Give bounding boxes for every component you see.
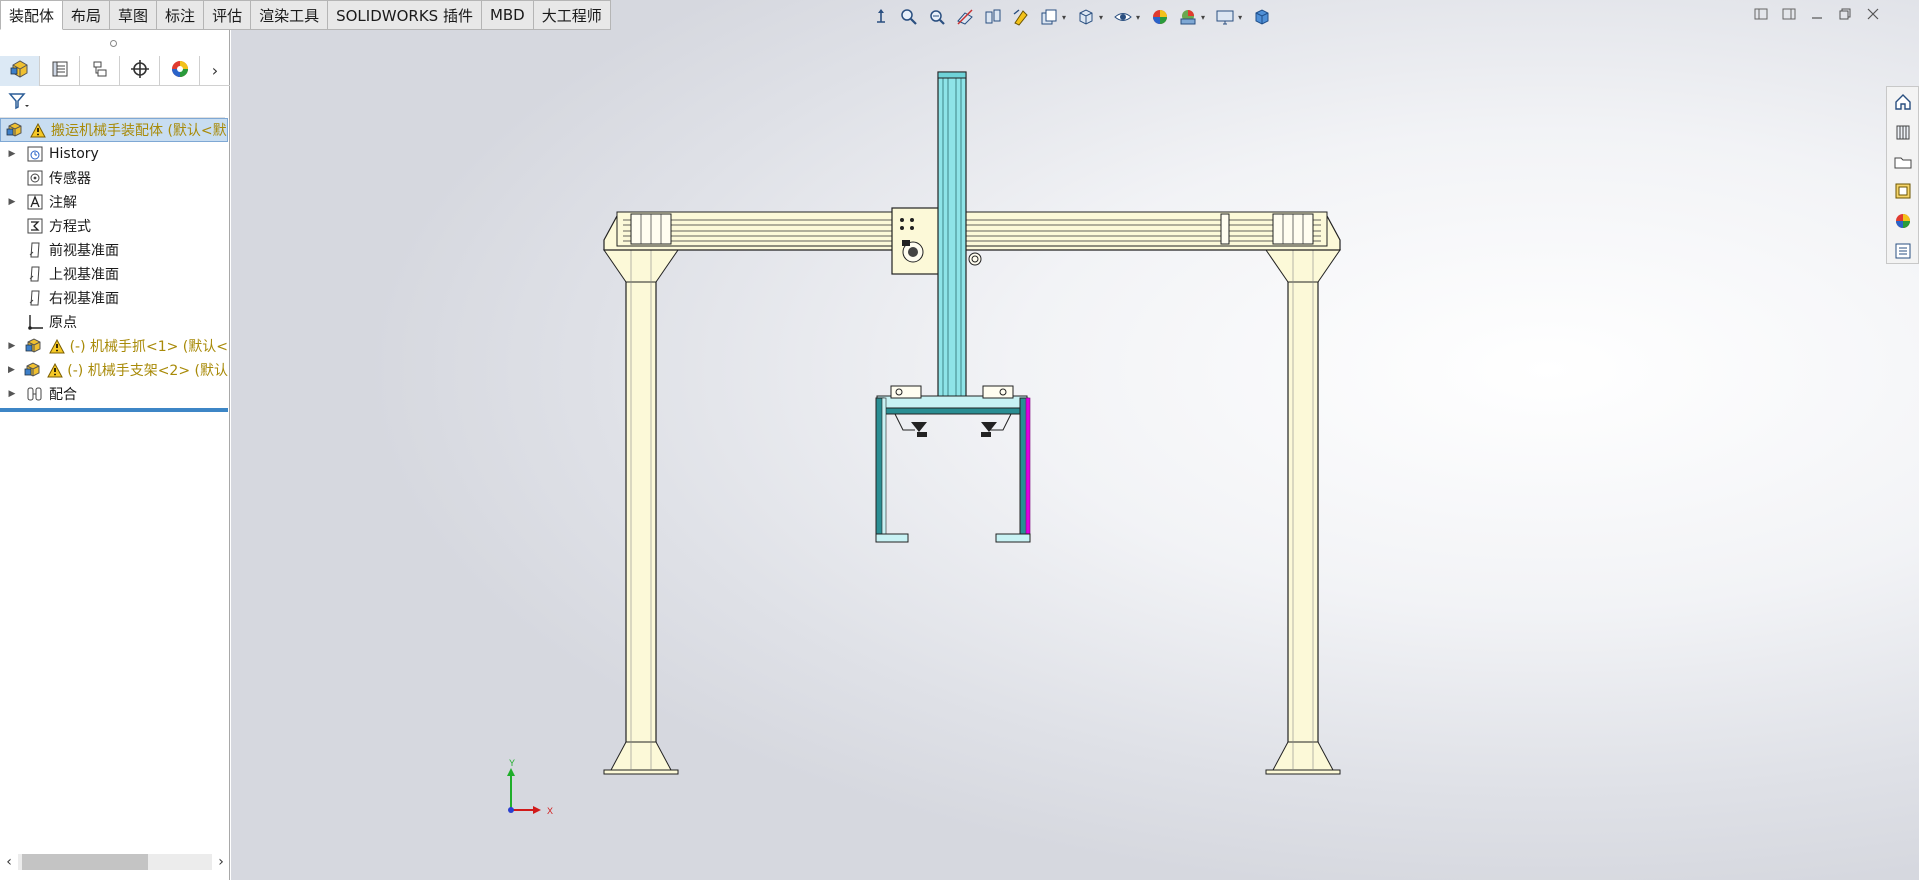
view-palette-icon[interactable] <box>1890 179 1916 204</box>
tab-sketch[interactable]: 草图 <box>110 0 158 30</box>
home-icon[interactable] <box>1890 90 1916 115</box>
scroll-right-icon[interactable]: › <box>212 854 230 870</box>
tree-item-label: 上视基准面 <box>49 267 119 283</box>
scroll-thumb[interactable] <box>22 854 148 870</box>
feature-tree: 搬运机械手装配体 (默认<默 ▶ History 传感器 ▶ 注解 方程式 前视… <box>0 118 228 412</box>
plane-icon <box>25 289 45 307</box>
sensor-icon <box>25 169 45 187</box>
tree-item-gripper[interactable]: ▶ (-) 机械手抓<1> (默认< <box>0 334 228 358</box>
tree-item-label: (-) 机械手支架<2> (默认 <box>67 363 228 379</box>
reference-triad: Y X <box>507 758 553 816</box>
command-manager-tabs: 装配体 布局 草图 标注 评估 渲染工具 SOLIDWORKS 插件 MBD 大… <box>0 0 611 30</box>
tab-evaluate[interactable]: 评估 <box>204 0 252 30</box>
dimxpertmanager-icon <box>130 59 150 83</box>
design-library-icon[interactable] <box>1890 120 1916 145</box>
triad-x-label: X <box>547 806 553 816</box>
graphics-area[interactable]: ▾ ▾ ▾ ▾ ▾ Y X <box>231 0 1919 880</box>
vertical-column[interactable] <box>937 71 967 411</box>
displaymanager-tab[interactable] <box>160 55 200 86</box>
featuremanager-icon <box>10 59 30 83</box>
expand-arrow-icon[interactable]: ▶ <box>5 365 18 375</box>
tree-item-sensors[interactable]: 传感器 <box>0 166 228 190</box>
expand-arrow-icon[interactable]: ▶ <box>5 341 19 351</box>
tree-item-bracket[interactable]: ▶ (-) 机械手支架<2> (默认 <box>0 358 228 382</box>
tree-horizontal-scrollbar[interactable]: ‹ › <box>0 852 230 872</box>
manager-tab-next-icon[interactable]: › <box>200 61 230 80</box>
subassembly-icon <box>25 337 44 355</box>
tree-item-equations[interactable]: 方程式 <box>0 214 228 238</box>
equation-icon <box>25 217 45 235</box>
tab-engineer[interactable]: 大工程师 <box>533 0 611 30</box>
origin-icon <box>25 313 45 331</box>
expand-arrow-icon[interactable]: ▶ <box>5 149 19 159</box>
appearances-icon[interactable] <box>1890 209 1916 234</box>
gantry-robot-model[interactable] <box>231 0 1919 880</box>
tree-item-label: 方程式 <box>49 219 91 235</box>
left-support-post[interactable] <box>603 249 679 775</box>
custom-properties-icon[interactable] <box>1890 238 1916 263</box>
tree-item-origin[interactable]: 原点 <box>0 310 228 334</box>
configurationmanager-icon <box>90 59 110 83</box>
triad-y-arrow <box>507 768 515 776</box>
plane-icon <box>25 265 45 283</box>
warning-icon <box>47 361 64 379</box>
tree-item-front-plane[interactable]: 前视基准面 <box>0 238 228 262</box>
mates-icon <box>25 385 45 403</box>
expand-arrow-icon[interactable]: ▶ <box>5 389 19 399</box>
tree-item-label: 右视基准面 <box>49 291 119 307</box>
plane-icon <box>25 241 45 259</box>
assembly-icon <box>5 121 25 139</box>
tree-item-label: 注解 <box>49 195 77 211</box>
displaymanager-icon <box>170 59 190 83</box>
right-support-post[interactable] <box>1265 249 1341 775</box>
scroll-track[interactable] <box>18 854 212 870</box>
tree-item-label: 配合 <box>49 387 77 403</box>
tree-item-label: 前视基准面 <box>49 243 119 259</box>
triad-x-arrow <box>533 806 541 814</box>
manager-tab-bar: › <box>0 55 230 86</box>
tree-root-assembly[interactable]: 搬运机械手装配体 (默认<默 <box>0 118 228 142</box>
tree-item-label: 传感器 <box>49 171 91 187</box>
warning-icon <box>29 121 47 139</box>
tree-item-label: (-) 机械手抓<1> (默认< <box>69 339 228 355</box>
tree-root-label: 搬运机械手装配体 (默认<默 <box>51 123 227 139</box>
tab-markup[interactable]: 标注 <box>157 0 205 30</box>
file-explorer-icon[interactable] <box>1890 149 1916 174</box>
dimxpertmanager-tab[interactable] <box>120 55 160 86</box>
tree-item-top-plane[interactable]: 上视基准面 <box>0 262 228 286</box>
filter-icon[interactable] <box>8 92 30 114</box>
feature-manager-panel: › 搬运机械手装配体 (默认<默 ▶ History 传感器 ▶ 注解 方程式 … <box>0 30 230 880</box>
triad-z-axis <box>508 807 514 813</box>
tree-item-right-plane[interactable]: 右视基准面 <box>0 286 228 310</box>
horizontal-beam[interactable] <box>603 211 1341 251</box>
annotation-icon <box>25 193 45 211</box>
history-icon <box>25 145 45 163</box>
tree-item-label: 原点 <box>49 315 77 331</box>
task-pane <box>1886 86 1919 264</box>
featuremanager-tab[interactable] <box>0 55 40 86</box>
tree-filter[interactable] <box>0 88 225 118</box>
triad-y-label: Y <box>509 758 515 768</box>
tab-solidworks-addins[interactable]: SOLIDWORKS 插件 <box>328 0 482 30</box>
gripper-assembly[interactable] <box>875 385 1031 543</box>
subassembly-icon <box>24 361 43 379</box>
propertymanager-icon <box>50 59 70 83</box>
tree-item-mates[interactable]: ▶ 配合 <box>0 382 228 406</box>
tree-item-history[interactable]: ▶ History <box>0 142 228 166</box>
expand-arrow-icon[interactable]: ▶ <box>5 197 19 207</box>
configurationmanager-tab[interactable] <box>80 55 120 86</box>
tree-item-annotations[interactable]: ▶ 注解 <box>0 190 228 214</box>
tree-item-label: History <box>49 146 99 162</box>
tab-layout[interactable]: 布局 <box>63 0 111 30</box>
rollback-bar[interactable] <box>0 408 228 412</box>
tab-assembly[interactable]: 装配体 <box>0 0 64 30</box>
panel-grip-icon[interactable] <box>110 40 117 47</box>
warning-icon <box>48 337 66 355</box>
propertymanager-tab[interactable] <box>40 55 80 86</box>
scroll-left-icon[interactable]: ‹ <box>0 854 18 870</box>
tab-mbd[interactable]: MBD <box>481 0 534 30</box>
tab-render-tools[interactable]: 渲染工具 <box>251 0 329 30</box>
